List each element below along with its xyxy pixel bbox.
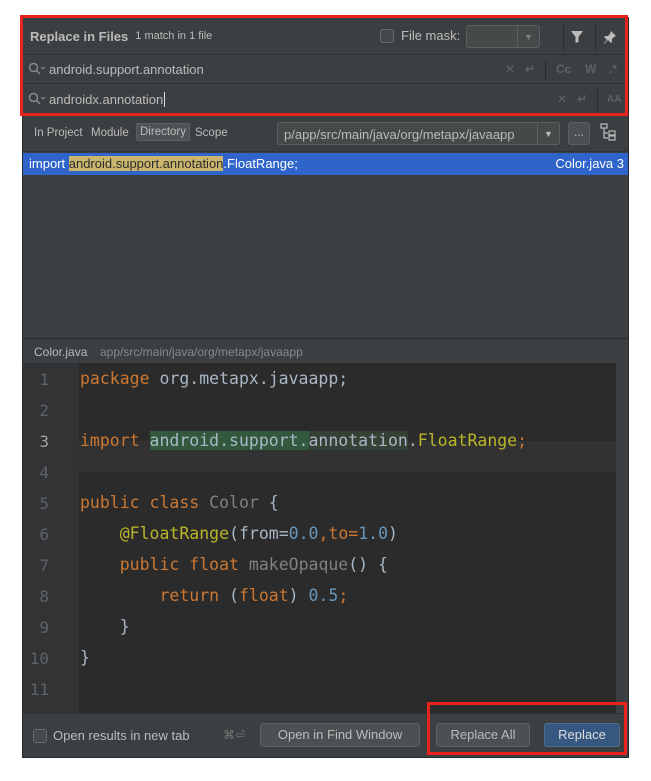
result-code: import android.support.annotation.FloatR… [29, 156, 298, 171]
open-in-find-window-button[interactable]: Open in Find Window [260, 723, 420, 747]
code-line-1: package org.metapx.javaapp; [80, 369, 349, 388]
scope-tab-module[interactable]: Module [91, 127, 129, 139]
highlight-box-buttons [427, 702, 627, 755]
open-new-tab-checkbox[interactable] [33, 729, 47, 743]
open-new-tab-label[interactable]: Open results in new tab [53, 728, 190, 743]
line-number: 9 [39, 618, 49, 637]
code-line-10: } [80, 648, 90, 667]
result-match: android.support.annotation [68, 156, 224, 171]
browse-directory-button[interactable]: ... [568, 122, 590, 145]
results-list: import android.support.annotation.FloatR… [23, 153, 628, 338]
directory-combo[interactable]: p/app/src/main/java/org/metapx/javaapp ▼ [277, 122, 560, 145]
scope-tab-scope[interactable]: Scope [195, 127, 228, 139]
code-line-8: return (float) 0.5; [159, 586, 349, 605]
scope-tab-directory[interactable]: Directory [136, 123, 191, 141]
line-number: 10 [29, 649, 49, 668]
line-number: 4 [39, 463, 49, 482]
code-preview[interactable]: 1 2 3 4 5 6 7 8 9 10 11 package org.meta… [23, 363, 616, 713]
preview-file-path: app/src/main/java/org/metapx/javaapp [100, 345, 303, 359]
code-match-highlight: android.support. [149, 431, 309, 450]
line-number: 1 [39, 370, 49, 389]
line-number: 11 [29, 680, 49, 699]
line-number: 2 [39, 401, 49, 420]
preview-file-name: Color.java [34, 345, 88, 359]
code-line-7: public float makeOpaque() { [119, 555, 388, 574]
result-file: Color.java 3 [555, 156, 624, 171]
code-line-6: @FloatRange(from=0.0,to=1.0) [119, 524, 398, 543]
code-line-5: public class Color { [80, 493, 279, 512]
line-number: 7 [39, 556, 49, 575]
scope-tab-project[interactable]: In Project [34, 127, 83, 139]
result-suffix: .FloatRange; [223, 156, 298, 171]
line-number-current: 3 [39, 432, 49, 451]
code-line-9: } [119, 617, 130, 636]
replace-in-files-dialog: Replace in Files 1 match in 1 file File … [22, 17, 629, 758]
line-gutter: 1 2 3 4 5 6 7 8 9 10 11 [23, 363, 79, 713]
shortcut-hint: ⌘⏎ [223, 728, 246, 742]
line-number: 5 [39, 494, 49, 513]
result-prefix: import [29, 156, 69, 171]
directory-dropdown-icon[interactable]: ▼ [537, 123, 559, 144]
highlight-box-search [20, 15, 628, 116]
line-number: 6 [39, 525, 49, 544]
directory-path: p/app/src/main/java/org/metapx/javaapp [284, 127, 515, 142]
preview-header: Color.java app/src/main/java/org/metapx/… [23, 338, 628, 363]
line-number: 8 [39, 587, 49, 606]
code-line-3: import android.support.annotation.FloatR… [80, 431, 528, 450]
result-row[interactable]: import android.support.annotation.FloatR… [23, 153, 628, 175]
preview-scrollbar[interactable] [616, 363, 628, 713]
recursive-directory-icon[interactable] [599, 122, 619, 142]
scope-tab-directory-label: Directory [140, 126, 187, 138]
